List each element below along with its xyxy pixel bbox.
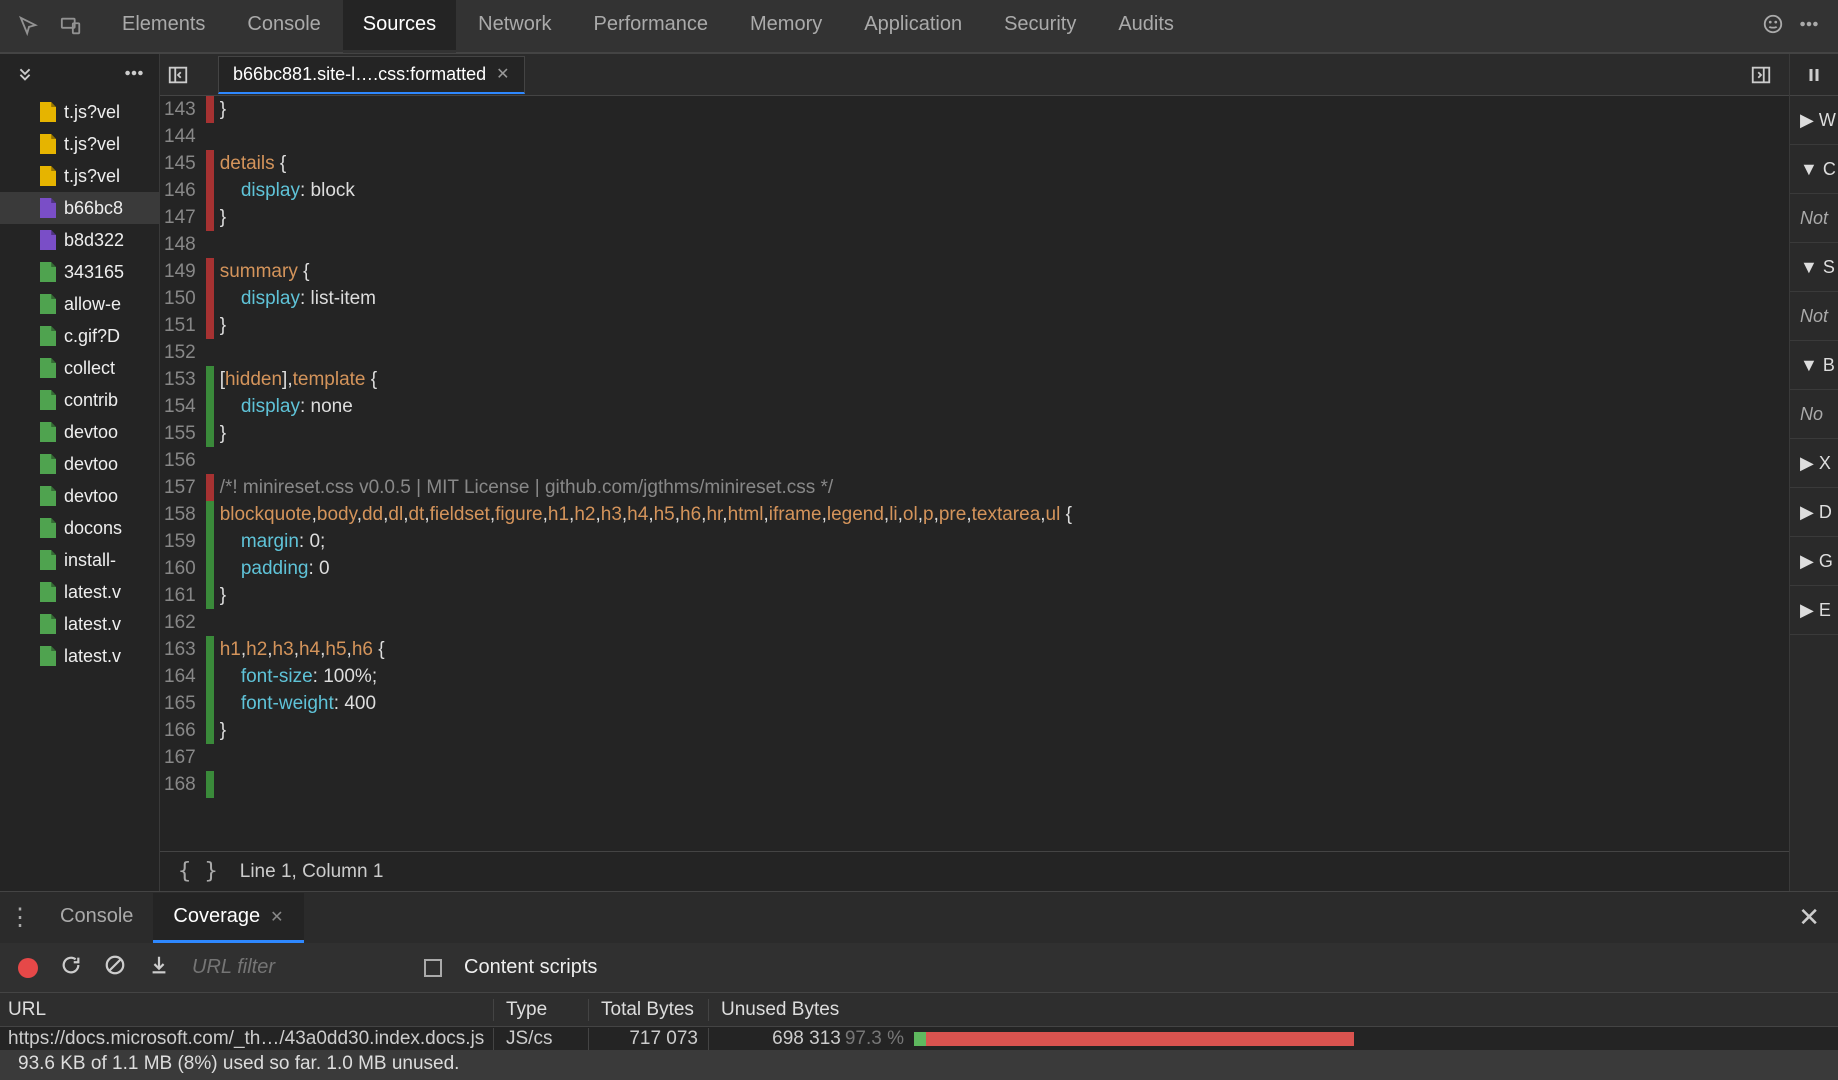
debugger-sidebar: ▶ W▼ CNot▼ SNot▼ BNo ▶ X▶ D▶ G▶ E (1790, 54, 1838, 891)
record-icon[interactable] (18, 958, 38, 978)
debugger-section[interactable]: ▶ G (1790, 537, 1838, 586)
coverage-toolbar: Content scripts (0, 943, 1838, 993)
file-item[interactable]: contrib (40, 384, 159, 416)
col-url[interactable]: URL (0, 999, 493, 1021)
file-item[interactable]: c.gif?D (40, 320, 159, 352)
file-icon (40, 102, 56, 122)
drawer-tab-coverage[interactable]: Coverage✕ (153, 893, 303, 943)
url-filter-input[interactable] (192, 956, 402, 979)
tab-memory[interactable]: Memory (730, 0, 842, 53)
clear-icon[interactable] (104, 954, 126, 981)
close-drawer-icon[interactable]: ✕ (1798, 902, 1820, 933)
debugger-section[interactable]: ▶ X (1790, 439, 1838, 488)
file-item[interactable]: b8d322 (40, 224, 159, 256)
cursor-position: Line 1, Column 1 (240, 861, 384, 883)
open-file-name: b66bc881.site-l….css:formatted (233, 64, 486, 85)
debugger-section[interactable]: ▶ E (1790, 586, 1838, 635)
file-item[interactable]: devtoo (40, 448, 159, 480)
code-editor[interactable]: 1431441451461471481491501511521531541551… (160, 96, 1789, 851)
file-icon (40, 262, 56, 282)
file-icon (40, 358, 56, 378)
debugger-section[interactable]: Not (1790, 292, 1838, 341)
navigator-more-icon[interactable] (14, 62, 36, 89)
coverage-summary: 93.6 KB of 1.1 MB (8%) used so far. 1.0 … (0, 1050, 1838, 1080)
file-item[interactable]: allow-e (40, 288, 159, 320)
content-scripts-label: Content scripts (464, 956, 597, 979)
pause-icon[interactable] (1790, 54, 1838, 96)
col-total[interactable]: Total Bytes (588, 999, 708, 1021)
inspect-icon[interactable] (12, 15, 46, 37)
col-type[interactable]: Type (493, 999, 588, 1021)
navigator-menu-icon[interactable] (123, 62, 145, 89)
file-item[interactable]: t.js?vel (40, 128, 159, 160)
editor-statusbar: { } Line 1, Column 1 (160, 851, 1789, 891)
settings-more-icon[interactable] (1798, 13, 1820, 40)
file-icon (40, 230, 56, 250)
file-icon (40, 454, 56, 474)
drawer-tab-console[interactable]: Console (40, 893, 153, 943)
file-item[interactable]: devtoo (40, 480, 159, 512)
file-item[interactable]: latest.v (40, 640, 159, 672)
debugger-section[interactable]: ▼ S (1790, 243, 1838, 292)
file-icon (40, 422, 56, 442)
col-unused[interactable]: Unused Bytes (708, 999, 1838, 1021)
file-item[interactable]: 343165 (40, 256, 159, 288)
file-item[interactable]: t.js?vel (40, 96, 159, 128)
close-tab-icon[interactable]: ✕ (496, 64, 509, 84)
reload-icon[interactable] (60, 954, 82, 981)
close-icon[interactable]: ✕ (270, 909, 283, 926)
file-item[interactable]: devtoo (40, 416, 159, 448)
coverage-header: URL Type Total Bytes Unused Bytes (0, 993, 1838, 1027)
drawer-more-icon[interactable]: ⋮ (0, 903, 40, 932)
file-icon (40, 614, 56, 634)
debugger-section[interactable]: Not (1790, 194, 1838, 243)
file-item[interactable]: collect (40, 352, 159, 384)
drawer-tabbar: ⋮ ConsoleCoverage✕ ✕ (0, 891, 1838, 943)
toggle-navigator-icon[interactable] (160, 64, 196, 86)
editor-tabbar: b66bc881.site-l….css:formatted ✕ (160, 54, 1789, 96)
tab-sources[interactable]: Sources (343, 0, 456, 53)
tab-performance[interactable]: Performance (574, 0, 729, 53)
file-icon (40, 166, 56, 186)
tab-security[interactable]: Security (984, 0, 1096, 53)
file-item[interactable]: t.js?vel (40, 160, 159, 192)
file-icon (40, 646, 56, 666)
file-icon (40, 390, 56, 410)
tab-elements[interactable]: Elements (102, 0, 225, 53)
file-navigator: t.js?velt.js?velt.js?velb66bc8b8d3223431… (0, 54, 160, 891)
tab-application[interactable]: Application (844, 0, 982, 53)
file-icon (40, 198, 56, 218)
debugger-section[interactable]: ▶ D (1790, 488, 1838, 537)
feedback-icon[interactable] (1762, 13, 1784, 40)
file-icon (40, 518, 56, 538)
file-icon (40, 582, 56, 602)
pretty-print-icon[interactable]: { } (178, 859, 218, 884)
file-item[interactable]: latest.v (40, 576, 159, 608)
export-icon[interactable] (148, 954, 170, 981)
debugger-section[interactable]: ▶ W (1790, 96, 1838, 145)
file-item[interactable]: install- (40, 544, 159, 576)
file-icon (40, 294, 56, 314)
file-icon (40, 486, 56, 506)
open-file-tab[interactable]: b66bc881.site-l….css:formatted ✕ (218, 56, 525, 94)
tab-audits[interactable]: Audits (1098, 0, 1194, 53)
file-item[interactable]: latest.v (40, 608, 159, 640)
debugger-section[interactable]: No (1790, 390, 1838, 439)
file-icon (40, 550, 56, 570)
content-scripts-checkbox[interactable] (424, 959, 442, 977)
tab-network[interactable]: Network (458, 0, 571, 53)
file-item[interactable]: b66bc8 (0, 192, 159, 224)
toggle-debugger-icon[interactable] (1743, 64, 1779, 86)
coverage-row[interactable]: https://docs.microsoft.com/_th…/43a0dd30… (0, 1027, 1838, 1050)
file-item[interactable]: docons (40, 512, 159, 544)
file-icon (40, 326, 56, 346)
file-icon (40, 134, 56, 154)
tab-console[interactable]: Console (227, 0, 340, 53)
device-toggle-icon[interactable] (54, 15, 88, 37)
debugger-section[interactable]: ▼ C (1790, 145, 1838, 194)
devtools-tabbar: ElementsConsoleSourcesNetworkPerformance… (0, 0, 1838, 54)
debugger-section[interactable]: ▼ B (1790, 341, 1838, 390)
